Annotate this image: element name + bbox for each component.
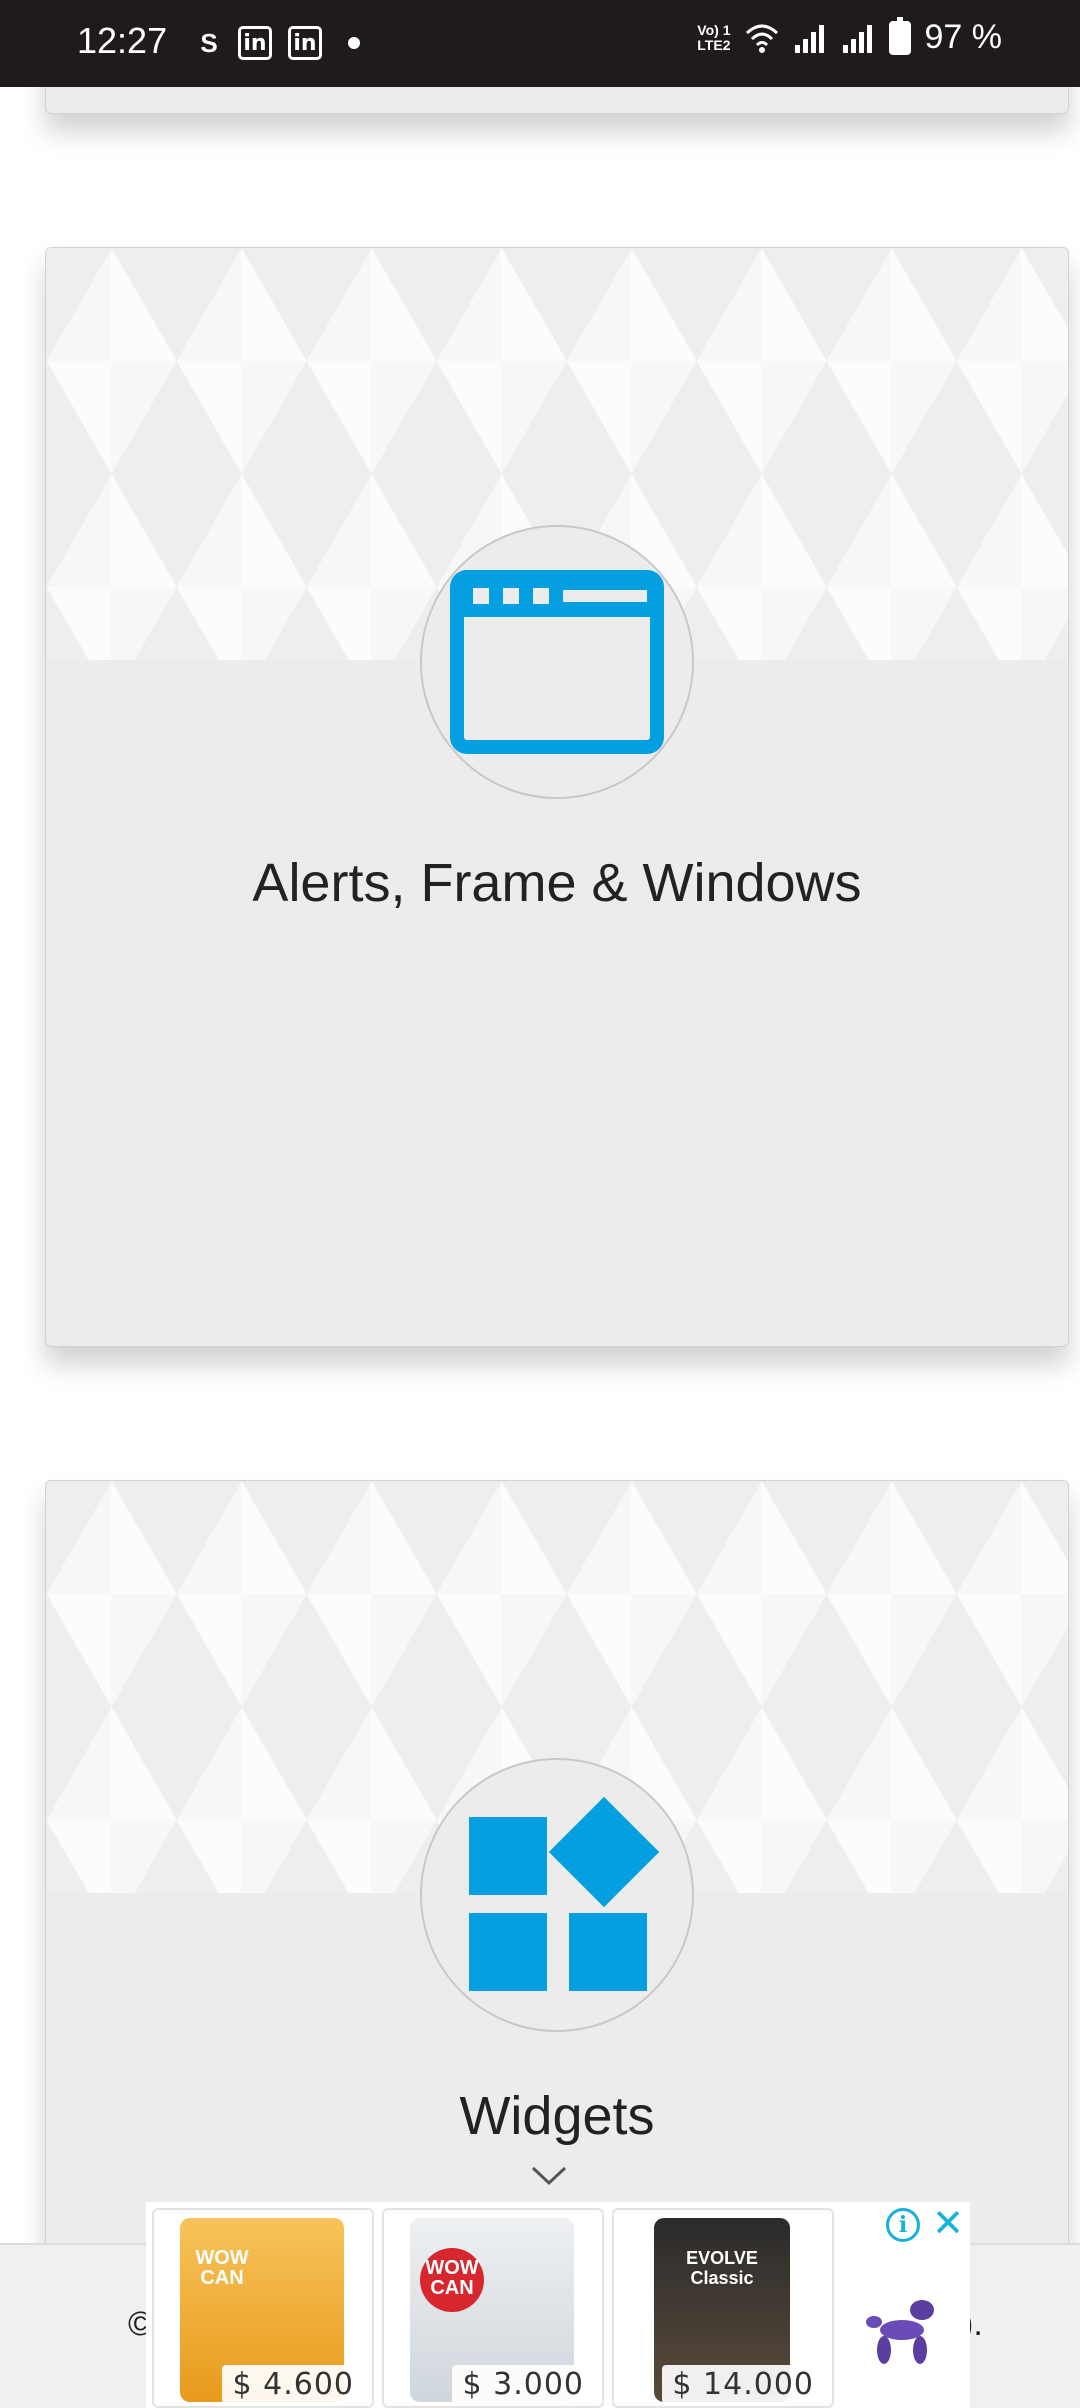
ad-info-icon[interactable]: i (886, 2208, 920, 2242)
card-icon-circle (420, 525, 694, 799)
product-brand: WOW CAN (195, 2247, 249, 2289)
ad-product-card[interactable]: WOW CAN $ 4.600 (152, 2208, 374, 2408)
notification-icons: S in in (196, 26, 360, 60)
status-time: 12:27 (77, 20, 168, 61)
card-alerts-frame-windows[interactable]: Alerts, Frame & Windows (45, 247, 1069, 1347)
ad-close-icon[interactable]: ✕ (930, 2205, 966, 2243)
linkedin-icon: in (238, 26, 272, 60)
ad-product-card[interactable]: WOW CAN $ 3.000 (382, 2208, 604, 2408)
card-icon-circle (420, 1758, 694, 2032)
ad-banner[interactable]: WOW CAN $ 4.600 WOW CAN $ 3.000 EVOLVE C… (146, 2202, 970, 2408)
product-price: $ 3.000 (452, 2365, 594, 2404)
status-bar: 12:27 S in in Vo) 1 LTE2 97 % (0, 0, 1080, 87)
product-price: $ 4.600 (222, 2365, 364, 2404)
product-price: $ 14.000 (662, 2365, 824, 2404)
system-icons: Vo) 1 LTE2 97 % (697, 16, 1003, 57)
volte-label: Vo) 1 LTE2 (697, 21, 731, 53)
signal-icon (794, 24, 824, 53)
signal-icon (842, 24, 872, 53)
product-brand: EVOLVE Classic (686, 2248, 758, 2288)
notification-dot-icon (348, 37, 360, 49)
ad-product-card[interactable]: EVOLVE Classic $ 14.000 (612, 2208, 834, 2408)
browser-window-icon (450, 570, 664, 754)
linkedin-icon: in (288, 26, 322, 60)
card-title: Widgets (459, 2086, 655, 2146)
page: Alerts, Frame & Windows Widgets © ). WOW… (0, 0, 1080, 2408)
battery-charging-icon (888, 16, 911, 55)
product-brand: WOW CAN (420, 2248, 484, 2312)
balloon-dog-logo-icon (866, 2300, 934, 2364)
card-title: Alerts, Frame & Windows (252, 853, 862, 913)
chevron-down-icon[interactable] (531, 2166, 567, 2186)
s-icon: S (200, 27, 218, 58)
widgets-icon (469, 1796, 660, 1991)
wifi-icon (745, 24, 778, 53)
battery-percent: 97 % (924, 18, 1003, 56)
